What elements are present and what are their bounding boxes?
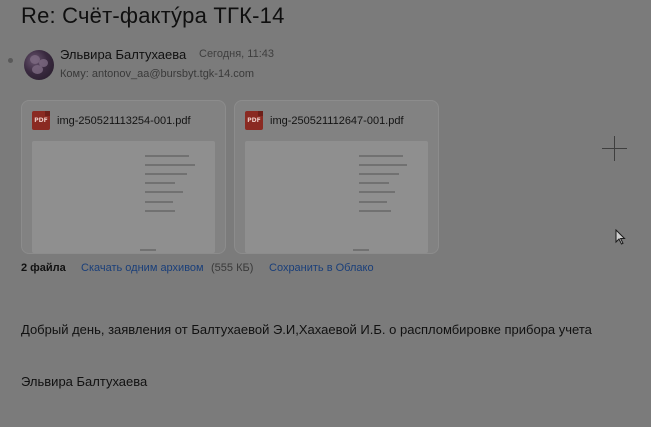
attachment-preview <box>32 141 215 253</box>
files-count: 2 файла <box>21 262 66 274</box>
email-subject: Re: Счёт-фактýра ТГК-14 <box>21 3 285 28</box>
attachment-preview <box>245 141 428 253</box>
archive-size: (555 КБ) <box>211 262 254 274</box>
plus-icon[interactable] <box>602 136 627 161</box>
attachment-card[interactable]: PDF img-250521112647-001.pdf <box>234 100 439 254</box>
attachment-filename: img-250521113254-001.pdf <box>57 115 191 127</box>
download-archive-link[interactable]: Скачать одним архивом <box>81 262 204 274</box>
recipient-line: Кому: antonov_aa@bursbyt.tgk-14.com <box>60 68 254 80</box>
message-signature: Эльвира Балтухаева <box>21 374 148 389</box>
sender-avatar[interactable] <box>24 50 54 80</box>
email-view: Re: Счёт-фактýра ТГК-14 Эльвира Балтухае… <box>0 0 651 427</box>
message-body-text: Добрый день, заявления от Балтухаевой Э.… <box>21 322 592 337</box>
pdf-icon: PDF <box>245 111 263 130</box>
attachments-summary: 2 файла Скачать одним архивом (555 КБ) С… <box>21 262 374 274</box>
attachment-filename: img-250521112647-001.pdf <box>270 115 404 127</box>
pdf-icon: PDF <box>32 111 50 130</box>
attachment-card[interactable]: PDF img-250521113254-001.pdf <box>21 100 226 254</box>
unread-dot-icon[interactable] <box>8 58 13 63</box>
recipient-address[interactable]: antonov_aa@bursbyt.tgk-14.com <box>92 68 254 80</box>
message-date: Сегодня, 11:43 <box>199 48 274 60</box>
sender-name[interactable]: Эльвира Балтухаева <box>60 47 186 62</box>
save-to-cloud-link[interactable]: Сохранить в Облако <box>269 262 374 274</box>
recipient-label: Кому: <box>60 68 89 80</box>
mouse-pointer-icon <box>615 229 626 245</box>
